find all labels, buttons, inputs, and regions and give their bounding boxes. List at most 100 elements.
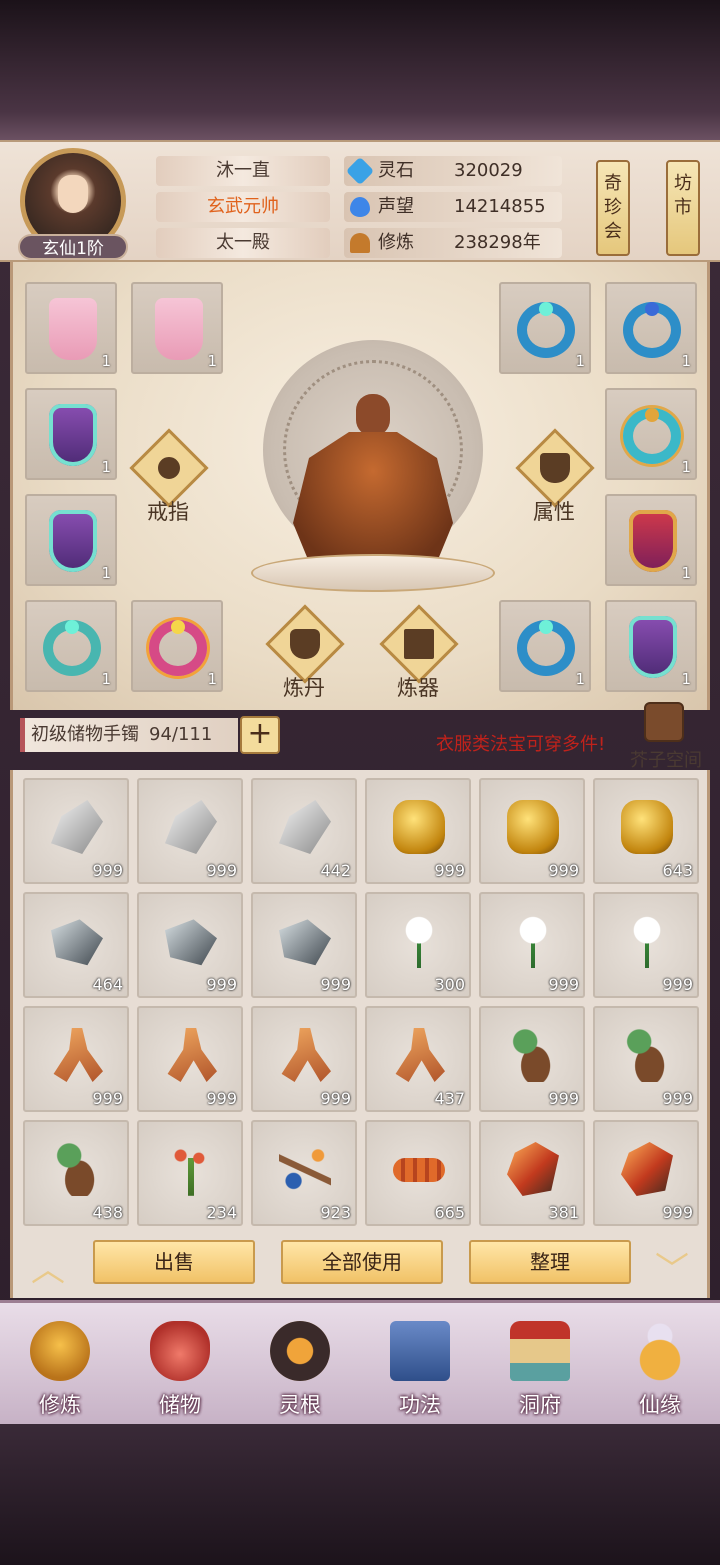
expand-bag-button[interactable]: + (240, 716, 280, 754)
sell-button[interactable]: 出售 (93, 1240, 255, 1284)
gold-ore-icon (507, 800, 559, 854)
inventory-cell[interactable]: 643 (593, 778, 699, 884)
inventory-cell[interactable]: 999 (23, 1006, 129, 1112)
inventory-cell[interactable]: 999 (251, 1006, 357, 1112)
item-count: 999 (320, 1089, 351, 1108)
ring-gem (539, 302, 553, 316)
inventory-cell[interactable]: 234 (137, 1120, 243, 1226)
purple-robe-icon (49, 510, 97, 572)
nav-label: 洞府 (519, 1393, 561, 1417)
equip-slot[interactable]: 1 (131, 600, 223, 692)
inventory-cell[interactable]: 665 (365, 1120, 471, 1226)
notice-text: 衣服类法宝可穿多件! (436, 734, 606, 755)
item-count: 999 (662, 975, 693, 994)
silver-ore-icon (165, 800, 217, 854)
inventory-cell[interactable]: 442 (251, 778, 357, 884)
equip-slot[interactable]: 1 (131, 282, 223, 374)
nav-item-spirit-root[interactable]: 灵根 (254, 1317, 346, 1417)
ring-gem (645, 408, 659, 422)
equip-slot[interactable]: 1 (25, 494, 117, 586)
lotus-pedestal (251, 554, 495, 592)
inventory-cell[interactable]: 999 (251, 892, 357, 998)
inventory-cell[interactable]: 999 (593, 892, 699, 998)
nav-item-storage[interactable]: 储物 (134, 1317, 226, 1417)
item-count: 438 (92, 1203, 123, 1222)
inventory-cell[interactable]: 999 (365, 778, 471, 884)
stat-value: 238298年 (454, 232, 541, 253)
inventory-cell[interactable]: 438 (23, 1120, 129, 1226)
item-count: 1 (681, 352, 691, 370)
sort-button[interactable]: 整理 (469, 1240, 631, 1284)
cultivate-icon (30, 1321, 90, 1381)
stat-spirit-stone: 灵石 320029 (344, 156, 562, 186)
ring-gem (65, 620, 79, 634)
avatar-face (58, 175, 88, 213)
item-count: 999 (206, 1089, 237, 1108)
inventory-cell[interactable]: 999 (479, 892, 585, 998)
alchemy-label: 炼丹 (283, 676, 325, 700)
equip-slot[interactable]: 1 (25, 282, 117, 374)
player-header: 玄仙1阶 沐一直 玄武元帅 太一殿 灵石 320029 声望 14214855 … (0, 140, 720, 262)
ring-glyph-icon (154, 453, 184, 483)
inventory-cell[interactable]: 999 (137, 778, 243, 884)
gold-ore-icon (621, 800, 673, 854)
item-count: 643 (662, 861, 693, 880)
item-count: 381 (548, 1203, 579, 1222)
equip-slot[interactable]: 1 (25, 600, 117, 692)
gold-ring-icon (623, 408, 681, 464)
inventory-cell[interactable]: 999 (479, 1006, 585, 1112)
item-count: 1 (681, 564, 691, 582)
nav-item-technique[interactable]: 功法 (374, 1317, 466, 1417)
item-count: 1 (681, 458, 691, 476)
player-sect: 太一殿 (156, 228, 330, 258)
iron-ore-icon (51, 919, 103, 966)
item-count: 1 (207, 352, 217, 370)
use-all-button[interactable]: 全部使用 (281, 1240, 443, 1284)
player-title[interactable]: 玄武元帅 (156, 192, 330, 222)
treasure-hall-button[interactable]: 奇珍会 (596, 160, 630, 256)
inventory-cell[interactable]: 999 (479, 778, 585, 884)
inventory-cell[interactable]: 437 (365, 1006, 471, 1112)
technique-book-icon (390, 1321, 450, 1381)
item-count: 923 (320, 1203, 351, 1222)
scroll-down-icon[interactable]: ﹀ (655, 1242, 689, 1291)
iron-ore-icon (165, 919, 217, 966)
pink-robe-icon (155, 298, 203, 360)
inventory-cell[interactable]: 999 (593, 1006, 699, 1112)
inventory-cell[interactable]: 300 (365, 892, 471, 998)
nav-item-fortune[interactable]: 仙缘 (614, 1317, 706, 1417)
cultivation-icon (350, 233, 370, 253)
item-count: 437 (434, 1089, 465, 1108)
scroll-up-icon[interactable]: ︿ (31, 1242, 65, 1291)
equip-slot[interactable]: 1 (605, 282, 697, 374)
equip-slot[interactable]: 1 (605, 600, 697, 692)
inventory-cell[interactable]: 923 (251, 1120, 357, 1226)
nav-item-cultivate[interactable]: 修炼 (14, 1317, 106, 1417)
stat-value: 320029 (454, 160, 523, 181)
leaf-tuber-icon (51, 1142, 103, 1196)
item-count: 999 (548, 861, 579, 880)
equip-slot[interactable]: 1 (499, 600, 591, 692)
bag-capacity: 94/111 (149, 724, 213, 745)
inventory-cell[interactable]: 381 (479, 1120, 585, 1226)
equip-slot[interactable]: 1 (25, 388, 117, 480)
inventory-cell[interactable]: 999 (593, 1120, 699, 1226)
spirit-stone-icon (345, 156, 375, 186)
inventory-cell[interactable]: 999 (137, 1006, 243, 1112)
nav-item-cave[interactable]: 洞府 (494, 1317, 586, 1417)
cauldron-icon (290, 629, 320, 659)
rings-label: 戒指 (147, 500, 189, 524)
stat-cultivation: 修炼 238298年 (344, 228, 562, 258)
inventory-cell[interactable]: 464 (23, 892, 129, 998)
item-count: 1 (101, 564, 111, 582)
equip-slot[interactable]: 1 (499, 282, 591, 374)
equip-slot[interactable]: 1 (605, 494, 697, 586)
bottom-backdrop (0, 1424, 720, 1565)
cordyceps-icon (393, 1158, 445, 1182)
market-button[interactable]: 坊市 (666, 160, 700, 256)
inventory-cell[interactable]: 999 (137, 892, 243, 998)
equip-slot[interactable]: 1 (605, 388, 697, 480)
inventory-cell[interactable]: 999 (23, 778, 129, 884)
purple-robe-icon (49, 404, 97, 466)
equipment-panel: 1 1 1 1 1 1 1 1 1 1 1 1 戒指 属性 炼丹 炼器 (10, 262, 710, 710)
